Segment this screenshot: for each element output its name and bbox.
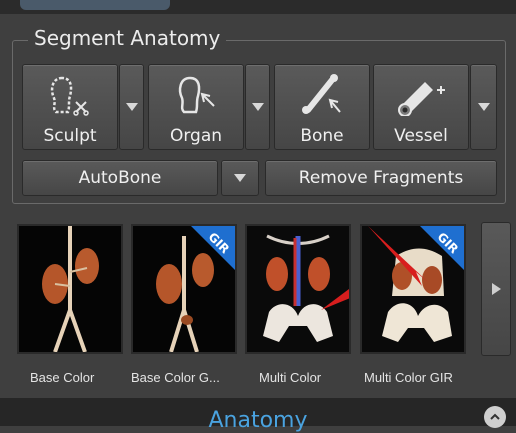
organ-dropdown-button[interactable] [245,64,270,150]
chevron-down-icon [477,103,490,111]
group-title: Segment Anatomy [28,26,227,50]
anatomy-panel-header[interactable]: Anatomy [0,398,516,433]
vessel-icon [398,82,445,116]
chevron-right-icon [491,283,501,295]
preset-thumbnail-multi-color-gir[interactable]: GIR [360,224,466,354]
organ-icon [178,76,215,114]
sculpt-icon [50,76,89,116]
organ-button[interactable]: Organ [148,64,244,150]
preset-thumbnail-base-color[interactable] [17,224,123,354]
vessel-label: Vessel [394,126,448,146]
remove-fragments-button[interactable]: Remove Fragments [265,160,497,196]
bone-label: Bone [300,126,344,146]
anatomy-render-image [263,234,349,342]
preset-label: Base Color [30,370,95,385]
chevron-down-icon [125,103,138,111]
active-panel-tab[interactable] [20,0,170,10]
top-tab-strip [0,0,516,14]
next-presets-button[interactable] [481,222,511,356]
vessel-dropdown-button[interactable] [470,64,497,150]
autobone-label: AutoBone [78,168,162,188]
preset-thumbnail-multi-color[interactable] [245,224,351,354]
organ-label: Organ [169,126,223,146]
preset-label: Base Color G... [131,370,220,385]
preset-thumbnail-base-color-gir[interactable]: GIR [131,224,237,354]
collapse-icon[interactable] [484,406,506,428]
anatomy-render-image [42,226,99,352]
bone-icon [302,74,341,114]
remove-fragments-label: Remove Fragments [298,168,464,188]
chevron-down-icon [234,174,246,182]
autobone-button[interactable]: AutoBone [22,160,218,196]
sculpt-label: Sculpt [43,126,97,146]
anatomy-panel-title: Anatomy [208,408,308,433]
chevron-down-icon [251,103,264,111]
sculpt-button[interactable]: Sculpt [22,64,118,150]
bone-button[interactable]: Bone [274,64,370,150]
preset-label: Multi Color GIR [364,370,453,385]
vessel-button[interactable]: Vessel [373,64,469,150]
autobone-dropdown-button[interactable] [221,160,259,196]
preset-label: Multi Color [259,370,322,385]
sculpt-dropdown-button[interactable] [119,64,144,150]
